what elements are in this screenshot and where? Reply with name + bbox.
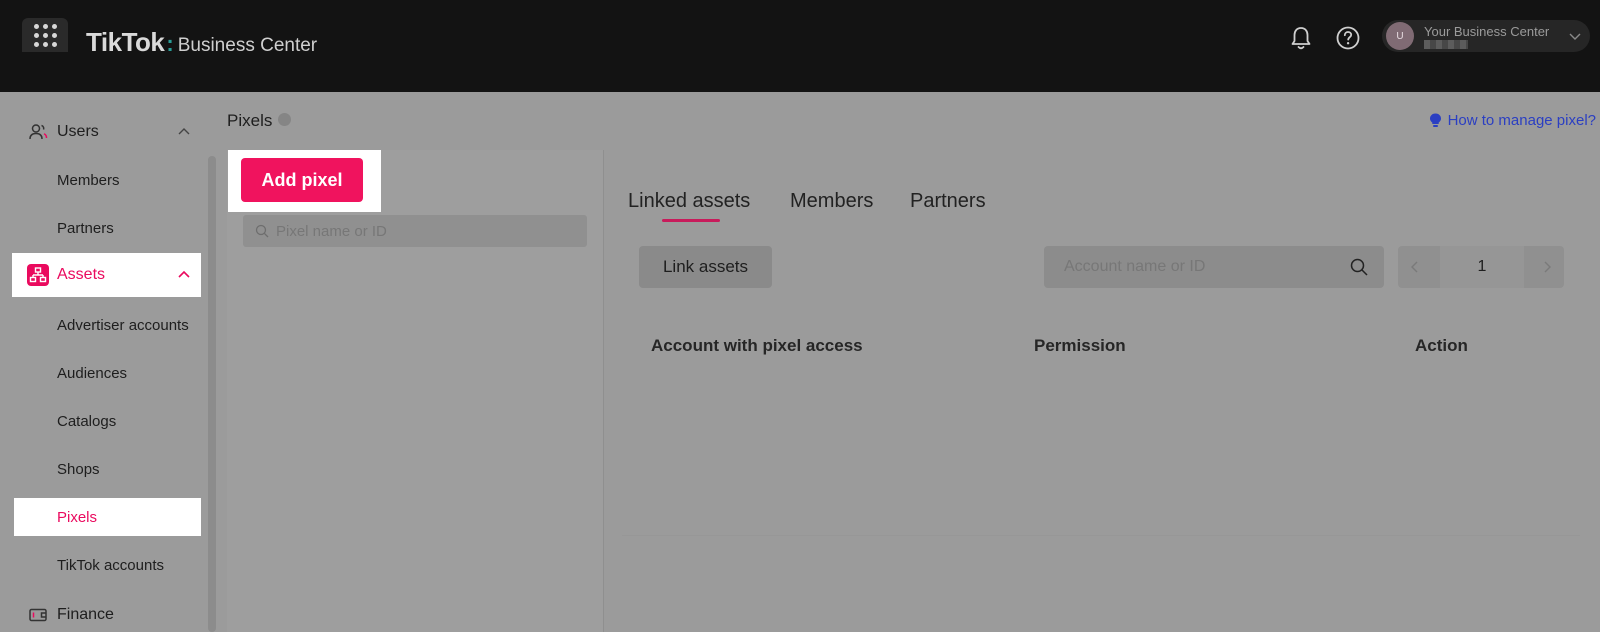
- pixel-search-placeholder: Pixel name or ID: [276, 223, 387, 240]
- sidebar-item-label: Catalogs: [57, 413, 117, 430]
- sidebar-group-finance[interactable]: Finance: [12, 593, 201, 632]
- tab-partners[interactable]: Partners: [910, 190, 986, 213]
- assets-icon: [27, 264, 49, 286]
- sidebar-item-label: TikTok accounts: [57, 557, 164, 574]
- link-assets-button[interactable]: Link assets: [639, 246, 772, 288]
- chevron-right-icon[interactable]: [1540, 260, 1554, 274]
- chevron-down-icon: [1569, 33, 1581, 40]
- account-id-redacted: [1424, 40, 1468, 49]
- search-icon: [255, 224, 269, 238]
- sidebar-item-label: Advertiser accounts: [57, 317, 189, 334]
- top-bar: TikTok : Business Center U Your Business…: [0, 0, 1600, 92]
- logo-colon: :: [166, 31, 174, 56]
- account-switcher[interactable]: U Your Business Center: [1382, 20, 1590, 52]
- sidebar-group-label: Assets: [57, 266, 106, 283]
- account-search-input[interactable]: Account name or ID: [1044, 246, 1384, 288]
- sidebar-group-users[interactable]: Users: [12, 110, 201, 154]
- help-link[interactable]: How to manage pixel?: [1429, 112, 1596, 129]
- sidebar-item-pixels[interactable]: Pixels: [14, 498, 201, 536]
- sidebar-item-advertiser-accounts[interactable]: Advertiser accounts: [14, 306, 201, 344]
- sidebar-group-label: Users: [57, 123, 99, 140]
- tab-linked-assets[interactable]: Linked assets: [628, 190, 750, 213]
- apps-menu-icon[interactable]: [22, 18, 68, 52]
- page-title: Pixels: [227, 111, 273, 130]
- column-header-action[interactable]: Action: [1415, 336, 1468, 356]
- sidebar-item-audiences[interactable]: Audiences: [14, 354, 201, 392]
- table-divider: [622, 535, 1580, 536]
- help-link-text: How to manage pixel?: [1447, 112, 1596, 129]
- logo[interactable]: TikTok : Business Center: [86, 27, 317, 58]
- wallet-icon: [29, 608, 47, 622]
- sidebar-item-tiktok-accounts[interactable]: TikTok accounts: [14, 546, 201, 584]
- info-icon[interactable]: [278, 113, 291, 126]
- account-name: Your Business Center: [1424, 24, 1550, 39]
- sidebar-item-shops[interactable]: Shops: [14, 450, 201, 488]
- sidebar-scrollbar[interactable]: [208, 156, 216, 632]
- lightbulb-icon: [1429, 113, 1441, 127]
- chevron-up-icon: [178, 128, 190, 135]
- sidebar-item-label: Pixels: [57, 509, 98, 526]
- sidebar-item-label: Audiences: [57, 365, 128, 382]
- pagination: 1: [1398, 246, 1564, 288]
- help-icon[interactable]: [1334, 24, 1362, 52]
- sidebar-item-label: Shops: [57, 461, 100, 478]
- chevron-up-icon: [178, 270, 190, 278]
- sidebar-group-label: Finance: [57, 606, 114, 623]
- account-search-placeholder: Account name or ID: [1064, 258, 1206, 275]
- sidebar-item-catalogs[interactable]: Catalogs: [14, 402, 201, 440]
- sidebar-item-partners[interactable]: Partners: [14, 209, 201, 247]
- sidebar-item-label: Partners: [57, 220, 114, 237]
- sidebar-group-assets[interactable]: Assets: [12, 253, 201, 297]
- column-header-account[interactable]: Account with pixel access: [651, 336, 863, 356]
- column-header-permission[interactable]: Permission: [1034, 336, 1126, 356]
- add-pixel-button[interactable]: Add pixel: [241, 158, 363, 202]
- pixel-detail-panel: [605, 150, 1596, 632]
- search-icon[interactable]: [1350, 258, 1368, 276]
- sidebar-item-label: Members: [57, 172, 120, 189]
- logo-subtitle: Business Center: [177, 35, 318, 56]
- chevron-left-icon[interactable]: [1408, 260, 1422, 274]
- sidebar-item-members[interactable]: Members: [14, 161, 201, 199]
- pixel-search-input[interactable]: Pixel name or ID: [243, 215, 587, 247]
- bell-icon[interactable]: [1287, 24, 1315, 52]
- logo-text: TikTok: [86, 27, 165, 57]
- avatar: U: [1386, 22, 1414, 50]
- active-tab-indicator: [662, 219, 720, 222]
- tab-members[interactable]: Members: [790, 190, 873, 213]
- current-page[interactable]: 1: [1440, 246, 1524, 288]
- users-icon: [29, 124, 48, 140]
